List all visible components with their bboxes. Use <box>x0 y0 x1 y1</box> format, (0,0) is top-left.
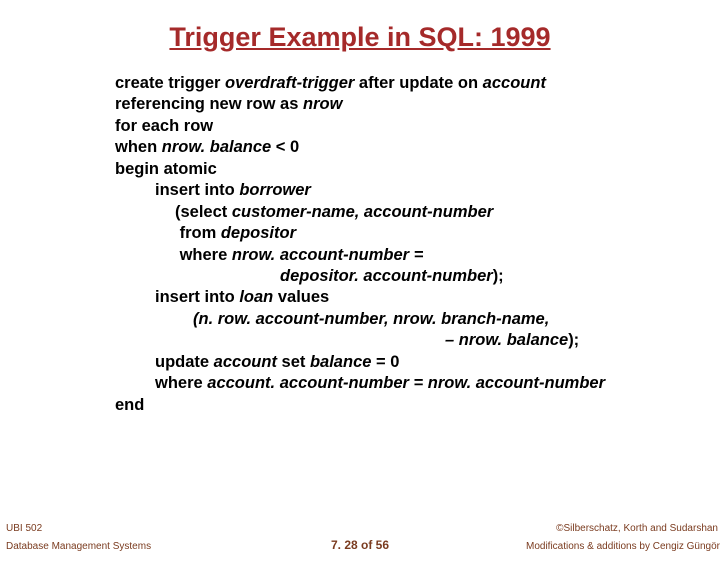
punct: ); <box>493 267 504 285</box>
slide-title: Trigger Example in SQL: 1999 <box>0 22 720 53</box>
ident: – nrow. balance <box>445 331 568 349</box>
code-line: (n. row. account-number, nrow. branch-na… <box>115 309 720 330</box>
ident: depositor <box>221 224 296 242</box>
ident: overdraft-trigger <box>225 74 359 92</box>
ident: nrow. account-number = <box>232 246 423 264</box>
ident: nrow. balance <box>162 138 276 156</box>
kw: where <box>180 246 232 264</box>
code-line: where account. account-number = nrow. ac… <box>115 373 720 394</box>
footer-copyright: ©Silberschatz, Korth and Sudarshan <box>556 523 718 534</box>
code-line: depositor. account-number); <box>115 266 720 287</box>
kw: insert into <box>155 181 239 199</box>
code-line: end <box>115 395 720 416</box>
kw: after update on <box>359 74 483 92</box>
ident: account. account-number = nrow. account-… <box>207 374 605 392</box>
code-block: create trigger overdraft-trigger after u… <box>115 73 720 416</box>
code-line: from depositor <box>115 223 720 244</box>
code-line: create trigger overdraft-trigger after u… <box>115 73 720 94</box>
code-line: begin atomic <box>115 159 720 180</box>
code-line: for each row <box>115 116 720 137</box>
code-line: update account set balance = 0 <box>115 352 720 373</box>
ident: (n. row. account-number, nrow. branch-na… <box>193 310 549 328</box>
op: < 0 <box>276 138 299 156</box>
footer-course-code: UBI 502 <box>6 523 42 534</box>
kw: update <box>155 353 214 371</box>
code-line: – nrow. balance); <box>115 330 720 351</box>
kw: values <box>278 288 329 306</box>
code-line: insert into borrower <box>115 180 720 201</box>
code-line: referencing new row as nrow <box>115 94 720 115</box>
punct: ); <box>568 331 579 349</box>
kw: where <box>155 374 207 392</box>
kw: referencing new row as <box>115 95 303 113</box>
ident: balance <box>310 353 376 371</box>
code-line: (select customer-name, account-number <box>115 202 720 223</box>
footer-modifications: Modifications & additions by Cengiz Güng… <box>526 541 720 552</box>
ident: loan <box>239 288 278 306</box>
kw: (select <box>175 203 232 221</box>
op: = 0 <box>376 353 399 371</box>
ident: nrow <box>303 95 342 113</box>
ident: depositor. account-number <box>280 267 493 285</box>
ident: account <box>214 353 282 371</box>
kw: insert into <box>155 288 239 306</box>
code-line: where nrow. account-number = <box>115 245 720 266</box>
ident: borrower <box>239 181 311 199</box>
slide: Trigger Example in SQL: 1999 create trig… <box>0 22 720 562</box>
kw: from <box>180 224 221 242</box>
kw: set <box>282 353 310 371</box>
kw: when <box>115 138 162 156</box>
code-line: insert into loan values <box>115 287 720 308</box>
code-line: when nrow. balance < 0 <box>115 137 720 158</box>
kw: create trigger <box>115 74 225 92</box>
ident: account <box>483 74 546 92</box>
ident: customer-name, account-number <box>232 203 493 221</box>
